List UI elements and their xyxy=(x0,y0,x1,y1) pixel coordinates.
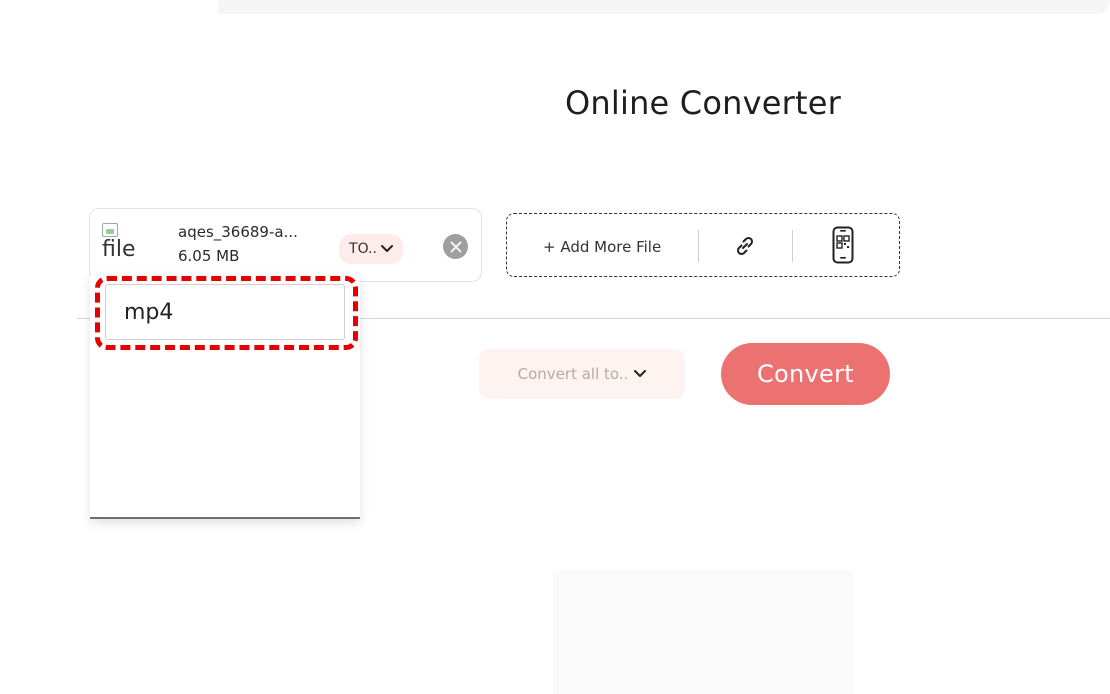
divider xyxy=(792,230,793,262)
target-format-label: TO.. xyxy=(349,241,377,257)
add-file-panel: + Add More File xyxy=(506,213,900,277)
file-name: aqes_36689-a... xyxy=(178,223,298,241)
file-card: file aqes_36689-a... 6.05 MB TO.. xyxy=(89,208,482,282)
format-search-input[interactable] xyxy=(105,284,345,340)
file-thumb-alt: file xyxy=(102,237,136,262)
file-thumbnail: file xyxy=(102,223,152,271)
chevron-down-icon xyxy=(380,245,393,252)
target-format-select[interactable]: TO.. xyxy=(339,234,403,264)
close-icon xyxy=(450,241,461,252)
page-title: Online Converter xyxy=(565,84,841,122)
qr-phone-icon[interactable] xyxy=(832,226,854,264)
remove-file-button[interactable] xyxy=(443,234,468,259)
convert-all-select[interactable]: Convert all to.. xyxy=(479,349,685,399)
convert-all-label: Convert all to.. xyxy=(517,365,629,383)
file-size: 6.05 MB xyxy=(178,247,240,265)
convert-button[interactable]: Convert xyxy=(721,343,890,405)
format-dropdown xyxy=(90,276,360,519)
ad-placeholder xyxy=(553,570,853,694)
link-icon[interactable] xyxy=(733,234,757,258)
top-bar xyxy=(218,0,1110,14)
add-more-file-button[interactable]: + Add More File xyxy=(543,238,661,256)
chevron-down-icon xyxy=(634,370,647,377)
divider xyxy=(698,230,699,262)
broken-image-icon xyxy=(102,223,118,237)
